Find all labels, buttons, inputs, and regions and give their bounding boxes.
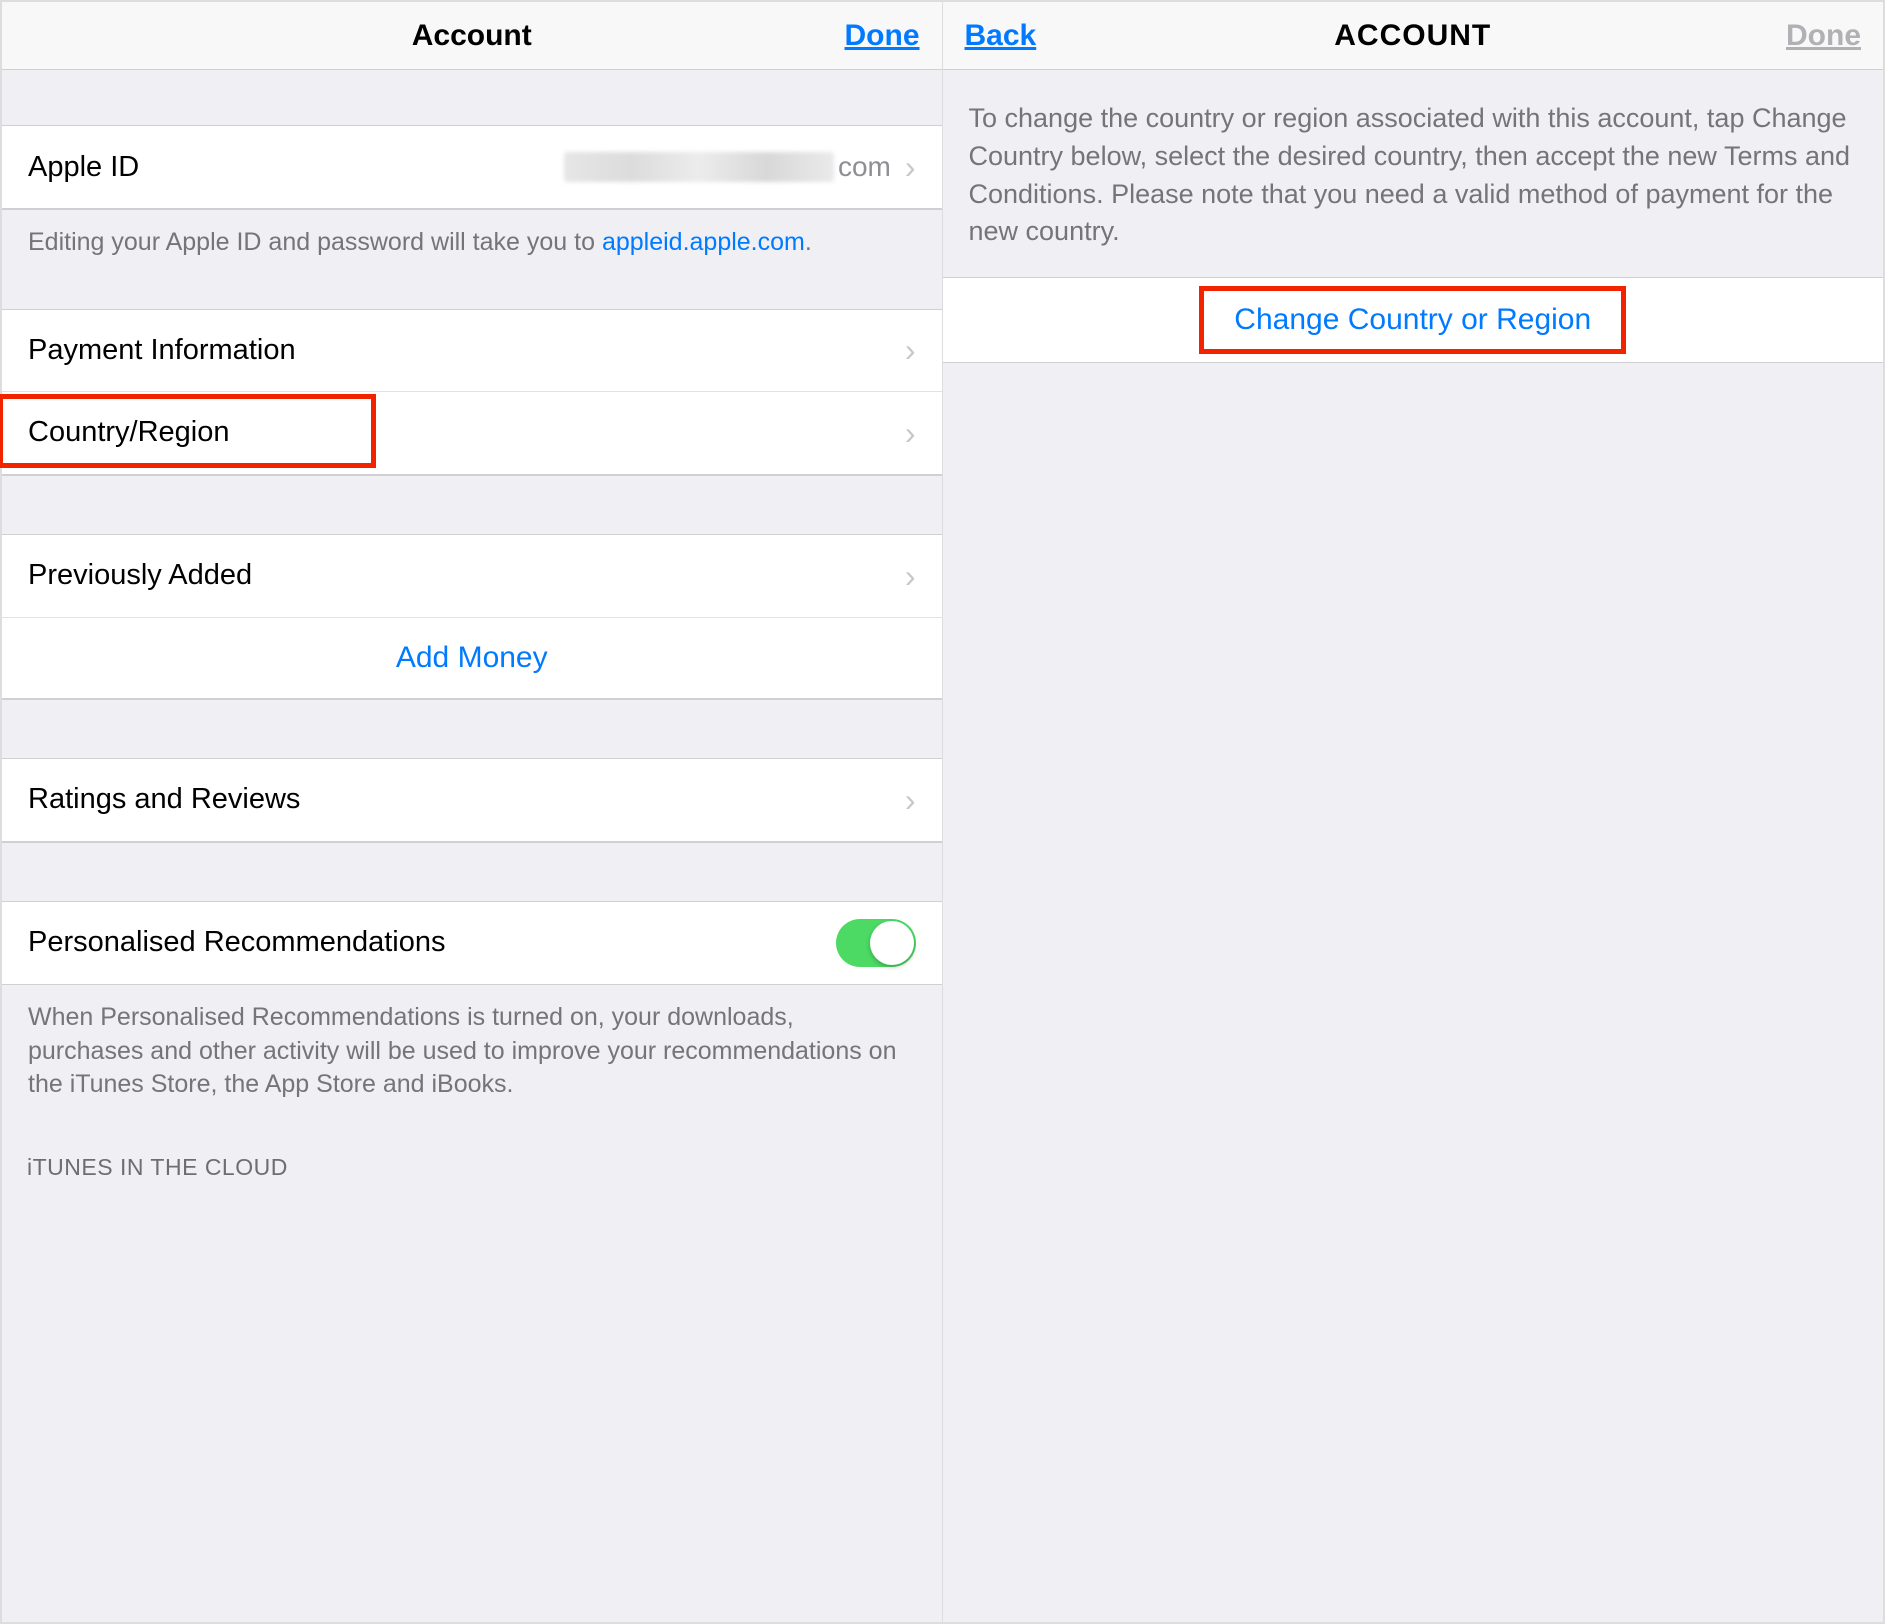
done-button-right: Done [1786,19,1861,52]
spacer [2,70,942,126]
change-country-info: To change the country or region associat… [943,70,1884,277]
spacer [2,699,942,759]
spacer [2,475,942,535]
previously-added-row[interactable]: Previously Added › [2,535,942,617]
personalised-note: When Personalised Recommendations is tur… [2,985,942,1124]
chevron-right-icon: › [905,560,916,592]
apple-id-value: com [564,151,891,183]
payment-information-row[interactable]: Payment Information › [2,310,942,392]
nav-title-right: ACCOUNT [1334,19,1491,53]
spacer [2,842,942,902]
chevron-right-icon: › [905,334,916,366]
left-navbar: Account Done [2,2,942,70]
personalised-recommendations-row[interactable]: Personalised Recommendations [2,902,942,984]
ratings-reviews-row[interactable]: Ratings and Reviews › [2,759,942,841]
apple-id-note: Editing your Apple ID and password will … [2,209,942,282]
back-button[interactable]: Back [965,19,1037,52]
apple-id-label: Apple ID [28,151,139,184]
personalised-toggle[interactable] [836,919,916,967]
change-country-row[interactable]: Change Country or Region [943,277,1884,363]
chevron-right-icon: › [905,151,916,183]
right-navbar: Back ACCOUNT Done [943,2,1884,70]
chevron-right-icon: › [905,417,916,449]
apple-id-row[interactable]: Apple ID com › [2,126,942,208]
country-region-row[interactable]: Country/Region › [2,392,942,474]
itunes-cloud-header: iTUNES IN THE CLOUD [2,1124,942,1193]
chevron-right-icon: › [905,784,916,816]
add-money-button[interactable]: Add Money [2,617,942,699]
nav-title-left: Account [412,19,532,53]
done-button-left[interactable]: Done [845,19,920,52]
change-country-button[interactable]: Change Country or Region [1199,286,1626,354]
appleid-link[interactable]: appleid.apple.com [602,228,805,256]
